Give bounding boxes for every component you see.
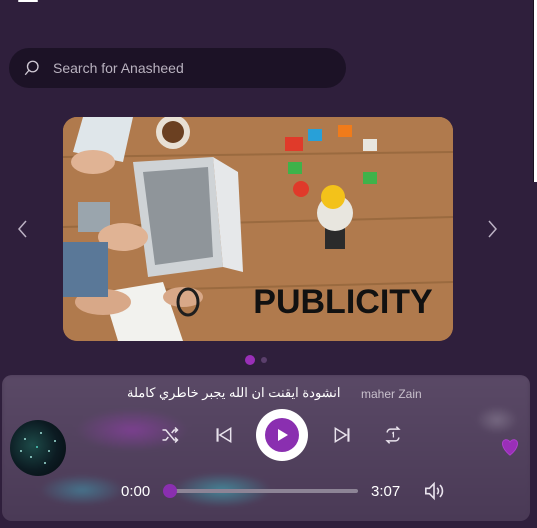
- play-icon: [278, 429, 288, 441]
- skip-next-icon[interactable]: [332, 425, 352, 445]
- play-button[interactable]: [256, 409, 308, 461]
- volume-icon[interactable]: [423, 481, 445, 501]
- carousel-dot-active[interactable]: [245, 355, 255, 365]
- total-time: 3:07: [371, 483, 401, 500]
- slide-image: PUBLICITY: [63, 117, 453, 341]
- shuffle-icon[interactable]: [160, 425, 180, 445]
- skip-previous-icon[interactable]: [214, 425, 234, 445]
- album-cover: [10, 420, 66, 476]
- heart-icon[interactable]: [499, 437, 521, 457]
- track-title: انشودة ايقنت ان الله يجبر خاطري كاملة: [127, 385, 341, 400]
- chevron-right-icon[interactable]: [484, 217, 500, 241]
- track-artist: maher Zain: [361, 387, 422, 401]
- chevron-left-icon[interactable]: [15, 217, 31, 241]
- search-bar[interactable]: [9, 48, 346, 88]
- repeat-one-icon[interactable]: [382, 425, 404, 445]
- menu-button[interactable]: [18, 0, 38, 10]
- carousel-dots: [245, 355, 267, 365]
- search-icon: [24, 60, 39, 76]
- player-controls: [152, 409, 412, 461]
- carousel: PUBLICITY: [0, 117, 537, 342]
- slide-caption: PUBLICITY: [253, 283, 433, 321]
- music-player: انشودة ايقنت ان الله يجبر خاطري كاملة ma…: [2, 375, 530, 521]
- progress-bar[interactable]: [163, 484, 358, 498]
- current-time: 0:00: [121, 483, 151, 500]
- carousel-dot[interactable]: [261, 357, 267, 363]
- progress-thumb[interactable]: [163, 484, 177, 498]
- search-input[interactable]: [53, 60, 313, 76]
- hamburger-menu-icon: [18, 0, 38, 2]
- carousel-slide[interactable]: PUBLICITY: [63, 117, 453, 341]
